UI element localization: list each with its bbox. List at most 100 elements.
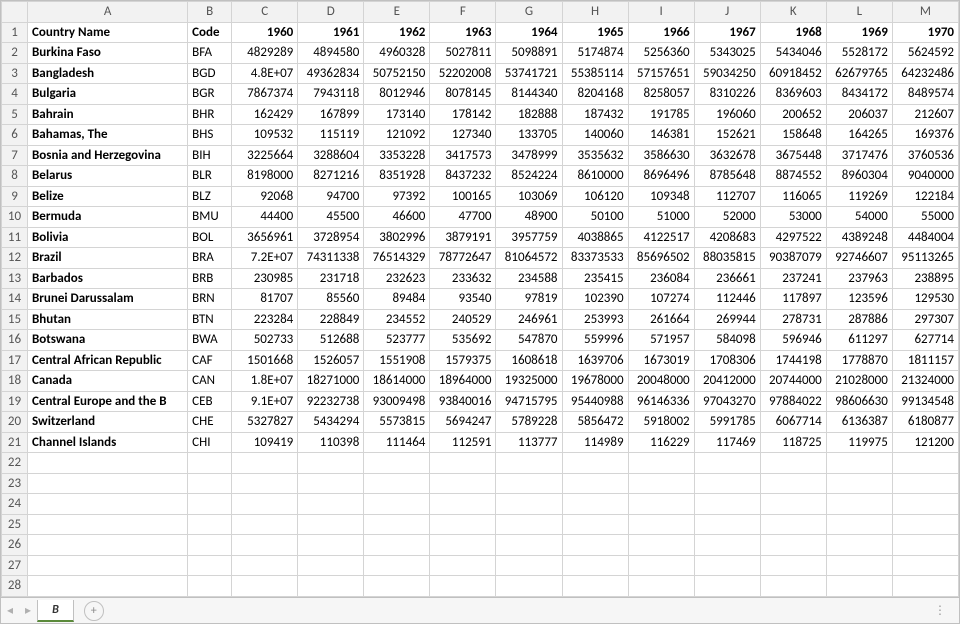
cell[interactable]: 278731: [760, 309, 826, 330]
cell[interactable]: 8434172: [826, 84, 892, 105]
cell[interactable]: 5098891: [496, 43, 562, 64]
cell[interactable]: [628, 514, 694, 535]
cell[interactable]: 8012946: [364, 84, 430, 105]
cell[interactable]: 53741721: [496, 63, 562, 84]
cell[interactable]: 1965: [562, 22, 628, 43]
row-header[interactable]: 20: [2, 412, 28, 433]
cell[interactable]: 129530: [892, 289, 958, 310]
cell[interactable]: 3728954: [298, 227, 364, 248]
cell[interactable]: 5343025: [694, 43, 760, 64]
cell[interactable]: Bermuda: [28, 207, 188, 228]
cell[interactable]: [496, 555, 562, 576]
cell[interactable]: 19678000: [562, 371, 628, 392]
cell[interactable]: 20744000: [760, 371, 826, 392]
cell[interactable]: [892, 555, 958, 576]
cell[interactable]: 547870: [496, 330, 562, 351]
cell[interactable]: 106120: [562, 186, 628, 207]
cell[interactable]: 8610000: [562, 166, 628, 187]
cell[interactable]: 9.1E+07: [232, 391, 298, 412]
cell[interactable]: [496, 596, 562, 597]
cell[interactable]: 8874552: [760, 166, 826, 187]
cell[interactable]: 1960: [232, 22, 298, 43]
cell[interactable]: 85696502: [628, 248, 694, 269]
cell[interactable]: 3478999: [496, 145, 562, 166]
cell[interactable]: 93009498: [364, 391, 430, 412]
cell[interactable]: [562, 576, 628, 597]
cell[interactable]: 20048000: [628, 371, 694, 392]
cell[interactable]: [232, 494, 298, 515]
cell[interactable]: 46600: [364, 207, 430, 228]
cell[interactable]: 1673019: [628, 350, 694, 371]
cell[interactable]: Brazil: [28, 248, 188, 269]
cell[interactable]: 85560: [298, 289, 364, 310]
row-header[interactable]: 27: [2, 555, 28, 576]
cell[interactable]: Channel Islands: [28, 432, 188, 453]
cell[interactable]: 3535632: [562, 145, 628, 166]
row-header[interactable]: 22: [2, 453, 28, 474]
cell[interactable]: 5327827: [232, 412, 298, 433]
cell[interactable]: 100165: [430, 186, 496, 207]
col-header-B[interactable]: B: [188, 2, 232, 23]
cell[interactable]: Canada: [28, 371, 188, 392]
cell[interactable]: 5991785: [694, 412, 760, 433]
cell[interactable]: [364, 453, 430, 474]
cell[interactable]: [28, 514, 188, 535]
cell[interactable]: CEB: [188, 391, 232, 412]
cell[interactable]: 8960304: [826, 166, 892, 187]
cell[interactable]: BIH: [188, 145, 232, 166]
cell[interactable]: 103069: [496, 186, 562, 207]
cell[interactable]: 235415: [562, 268, 628, 289]
cell[interactable]: 200652: [760, 104, 826, 125]
cell[interactable]: Bahrain: [28, 104, 188, 125]
cell[interactable]: [760, 535, 826, 556]
cell[interactable]: 5573815: [364, 412, 430, 433]
cell[interactable]: BGR: [188, 84, 232, 105]
cell[interactable]: 1579375: [430, 350, 496, 371]
cell[interactable]: [694, 576, 760, 597]
cell[interactable]: 8437232: [430, 166, 496, 187]
cell[interactable]: 206037: [826, 104, 892, 125]
cell[interactable]: 107274: [628, 289, 694, 310]
cell[interactable]: 8271216: [298, 166, 364, 187]
cell[interactable]: 110398: [298, 432, 364, 453]
cell[interactable]: [760, 453, 826, 474]
cell[interactable]: 122184: [892, 186, 958, 207]
cell[interactable]: [760, 576, 826, 597]
cell[interactable]: 21028000: [826, 371, 892, 392]
cell[interactable]: 3288604: [298, 145, 364, 166]
cell[interactable]: 127340: [430, 125, 496, 146]
cell[interactable]: 119975: [826, 432, 892, 453]
cell[interactable]: [562, 494, 628, 515]
cell[interactable]: 234552: [364, 309, 430, 330]
cell[interactable]: 102390: [562, 289, 628, 310]
cell[interactable]: [496, 453, 562, 474]
cell[interactable]: 113777: [496, 432, 562, 453]
cell[interactable]: [628, 473, 694, 494]
cell[interactable]: 88035815: [694, 248, 760, 269]
cell[interactable]: 1708306: [694, 350, 760, 371]
cell[interactable]: [364, 535, 430, 556]
cell[interactable]: [430, 576, 496, 597]
cell[interactable]: 8198000: [232, 166, 298, 187]
cell[interactable]: [188, 535, 232, 556]
cell[interactable]: 76514329: [364, 248, 430, 269]
cell[interactable]: [28, 596, 188, 597]
cell[interactable]: [760, 494, 826, 515]
cell[interactable]: 1526057: [298, 350, 364, 371]
cell[interactable]: [28, 555, 188, 576]
cell[interactable]: 123596: [826, 289, 892, 310]
cell[interactable]: [430, 473, 496, 494]
cell[interactable]: 121200: [892, 432, 958, 453]
cell[interactable]: [232, 514, 298, 535]
cell[interactable]: 44400: [232, 207, 298, 228]
cell[interactable]: Bahamas, The: [28, 125, 188, 146]
cell[interactable]: 92232738: [298, 391, 364, 412]
cell[interactable]: [188, 596, 232, 597]
cell[interactable]: Burkina Faso: [28, 43, 188, 64]
cell[interactable]: BRB: [188, 268, 232, 289]
cell[interactable]: 90387079: [760, 248, 826, 269]
cell[interactable]: [364, 494, 430, 515]
cell[interactable]: [826, 453, 892, 474]
row-header[interactable]: 14: [2, 289, 28, 310]
cell[interactable]: 1963: [430, 22, 496, 43]
